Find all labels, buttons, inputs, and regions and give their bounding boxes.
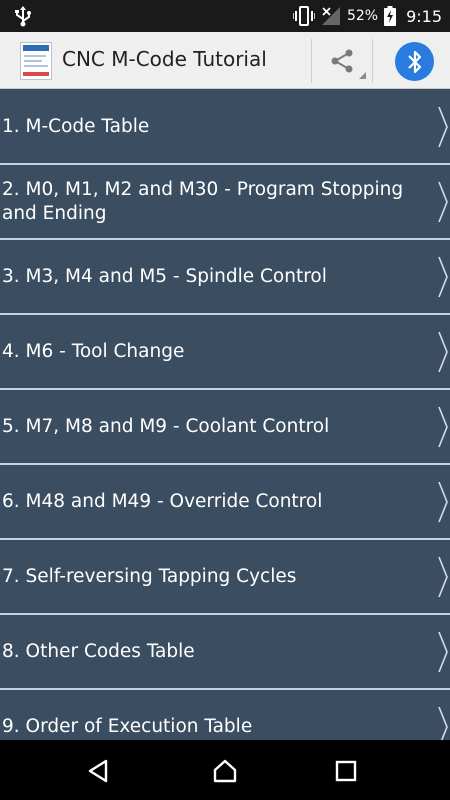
usb-icon [15, 6, 31, 27]
list-item-label: 4. M6 - Tool Change [2, 340, 185, 362]
list-item-coolant-control[interactable]: 5. M7, M8 and M9 - Coolant Control [0, 390, 450, 465]
clock-time: 9:15 [406, 6, 442, 26]
list-item-label: 3. M3, M4 and M5 - Spindle Control [2, 265, 327, 287]
status-bar: 52% 9:15 [0, 0, 450, 32]
list-item-other-codes-table[interactable]: 8. Other Codes Table [0, 615, 450, 690]
app-logo-icon [20, 42, 52, 80]
chevron-right-icon [438, 556, 448, 597]
signal-icon [321, 7, 340, 25]
app-bar: CNC M-Code Tutorial [0, 32, 450, 89]
vibrate-icon [292, 6, 315, 26]
share-button[interactable] [311, 39, 373, 83]
list-item-label: 5. M7, M8 and M9 - Coolant Control [2, 415, 330, 437]
list-item-label: 1. M-Code Table [2, 115, 150, 137]
back-icon[interactable] [86, 758, 112, 784]
list-item-program-stopping[interactable]: 2. M0, M1, M2 and M30 - Program Stopping… [0, 165, 450, 240]
chevron-right-icon [438, 406, 448, 447]
list-item-tool-change[interactable]: 4. M6 - Tool Change [0, 315, 450, 390]
list-item-spindle-control[interactable]: 3. M3, M4 and M5 - Spindle Control [0, 240, 450, 315]
share-icon [331, 49, 353, 73]
chevron-right-icon [438, 256, 448, 297]
list-item-label: 6. M48 and M49 - Override Control [2, 490, 323, 512]
list-item-override-control[interactable]: 6. M48 and M49 - Override Control [0, 465, 450, 540]
list-item-label: 8. Other Codes Table [2, 640, 195, 662]
bluetooth-icon [407, 50, 421, 73]
chevron-right-icon [438, 706, 448, 740]
list-item-tapping-cycles[interactable]: 7. Self-reversing Tapping Cycles [0, 540, 450, 615]
bluetooth-button[interactable] [395, 42, 434, 81]
app-title: CNC M-Code Tutorial [62, 47, 267, 71]
battery-charging-icon [384, 6, 397, 26]
topic-list: 1. M-Code Table 2. M0, M1, M2 and M30 - … [0, 90, 450, 740]
navigation-bar [0, 740, 450, 800]
chevron-right-icon [438, 106, 448, 147]
recents-icon[interactable] [333, 758, 359, 784]
list-item-m-code-table[interactable]: 1. M-Code Table [0, 90, 450, 165]
chevron-right-icon [438, 481, 448, 522]
chevron-right-icon [438, 331, 448, 372]
chevron-right-icon [438, 631, 448, 672]
home-icon[interactable] [212, 758, 238, 784]
overflow-indicator [359, 72, 366, 79]
chevron-right-icon [438, 181, 448, 222]
list-item-label: 2. M0, M1, M2 and M30 - Program Stopping… [2, 178, 404, 224]
battery-percent: 52% [346, 8, 379, 24]
list-item-label: 9. Order of Execution Table [2, 715, 253, 737]
list-item-order-of-execution[interactable]: 9. Order of Execution Table [0, 690, 450, 740]
list-item-label: 7. Self-reversing Tapping Cycles [2, 565, 297, 587]
